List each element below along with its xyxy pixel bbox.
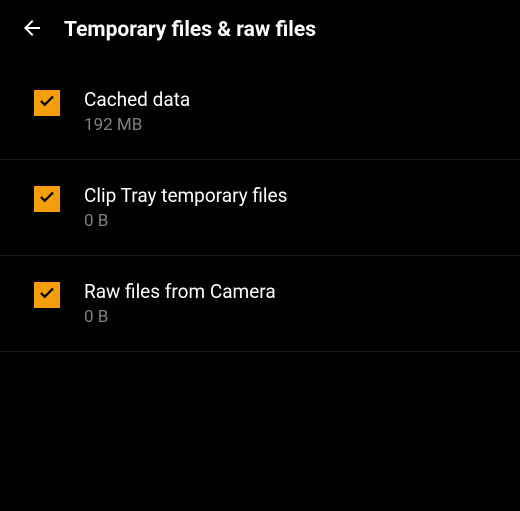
checkbox-cached-data[interactable]: [34, 90, 60, 116]
item-content: Raw files from Camera 0 B: [84, 280, 276, 327]
check-icon: [38, 284, 56, 306]
item-label: Cached data: [84, 88, 190, 111]
list-item-cached-data[interactable]: Cached data 192 MB: [0, 58, 520, 160]
item-size: 0 B: [84, 211, 287, 231]
file-list: Cached data 192 MB Clip Tray temporary f…: [0, 58, 520, 352]
item-label: Clip Tray temporary files: [84, 184, 287, 207]
header: Temporary files & raw files: [0, 0, 520, 58]
item-size: 0 B: [84, 307, 276, 327]
list-item-raw-files[interactable]: Raw files from Camera 0 B: [0, 256, 520, 352]
page-title: Temporary files & raw files: [64, 18, 316, 42]
checkbox-raw-files[interactable]: [34, 282, 60, 308]
list-item-cliptray[interactable]: Clip Tray temporary files 0 B: [0, 160, 520, 256]
item-content: Clip Tray temporary files 0 B: [84, 184, 287, 231]
item-size: 192 MB: [84, 115, 190, 135]
arrow-left-icon: [20, 16, 44, 44]
item-label: Raw files from Camera: [84, 280, 276, 303]
checkbox-cliptray[interactable]: [34, 186, 60, 212]
check-icon: [38, 92, 56, 114]
item-content: Cached data 192 MB: [84, 88, 190, 135]
back-button[interactable]: [20, 18, 44, 42]
check-icon: [38, 188, 56, 210]
